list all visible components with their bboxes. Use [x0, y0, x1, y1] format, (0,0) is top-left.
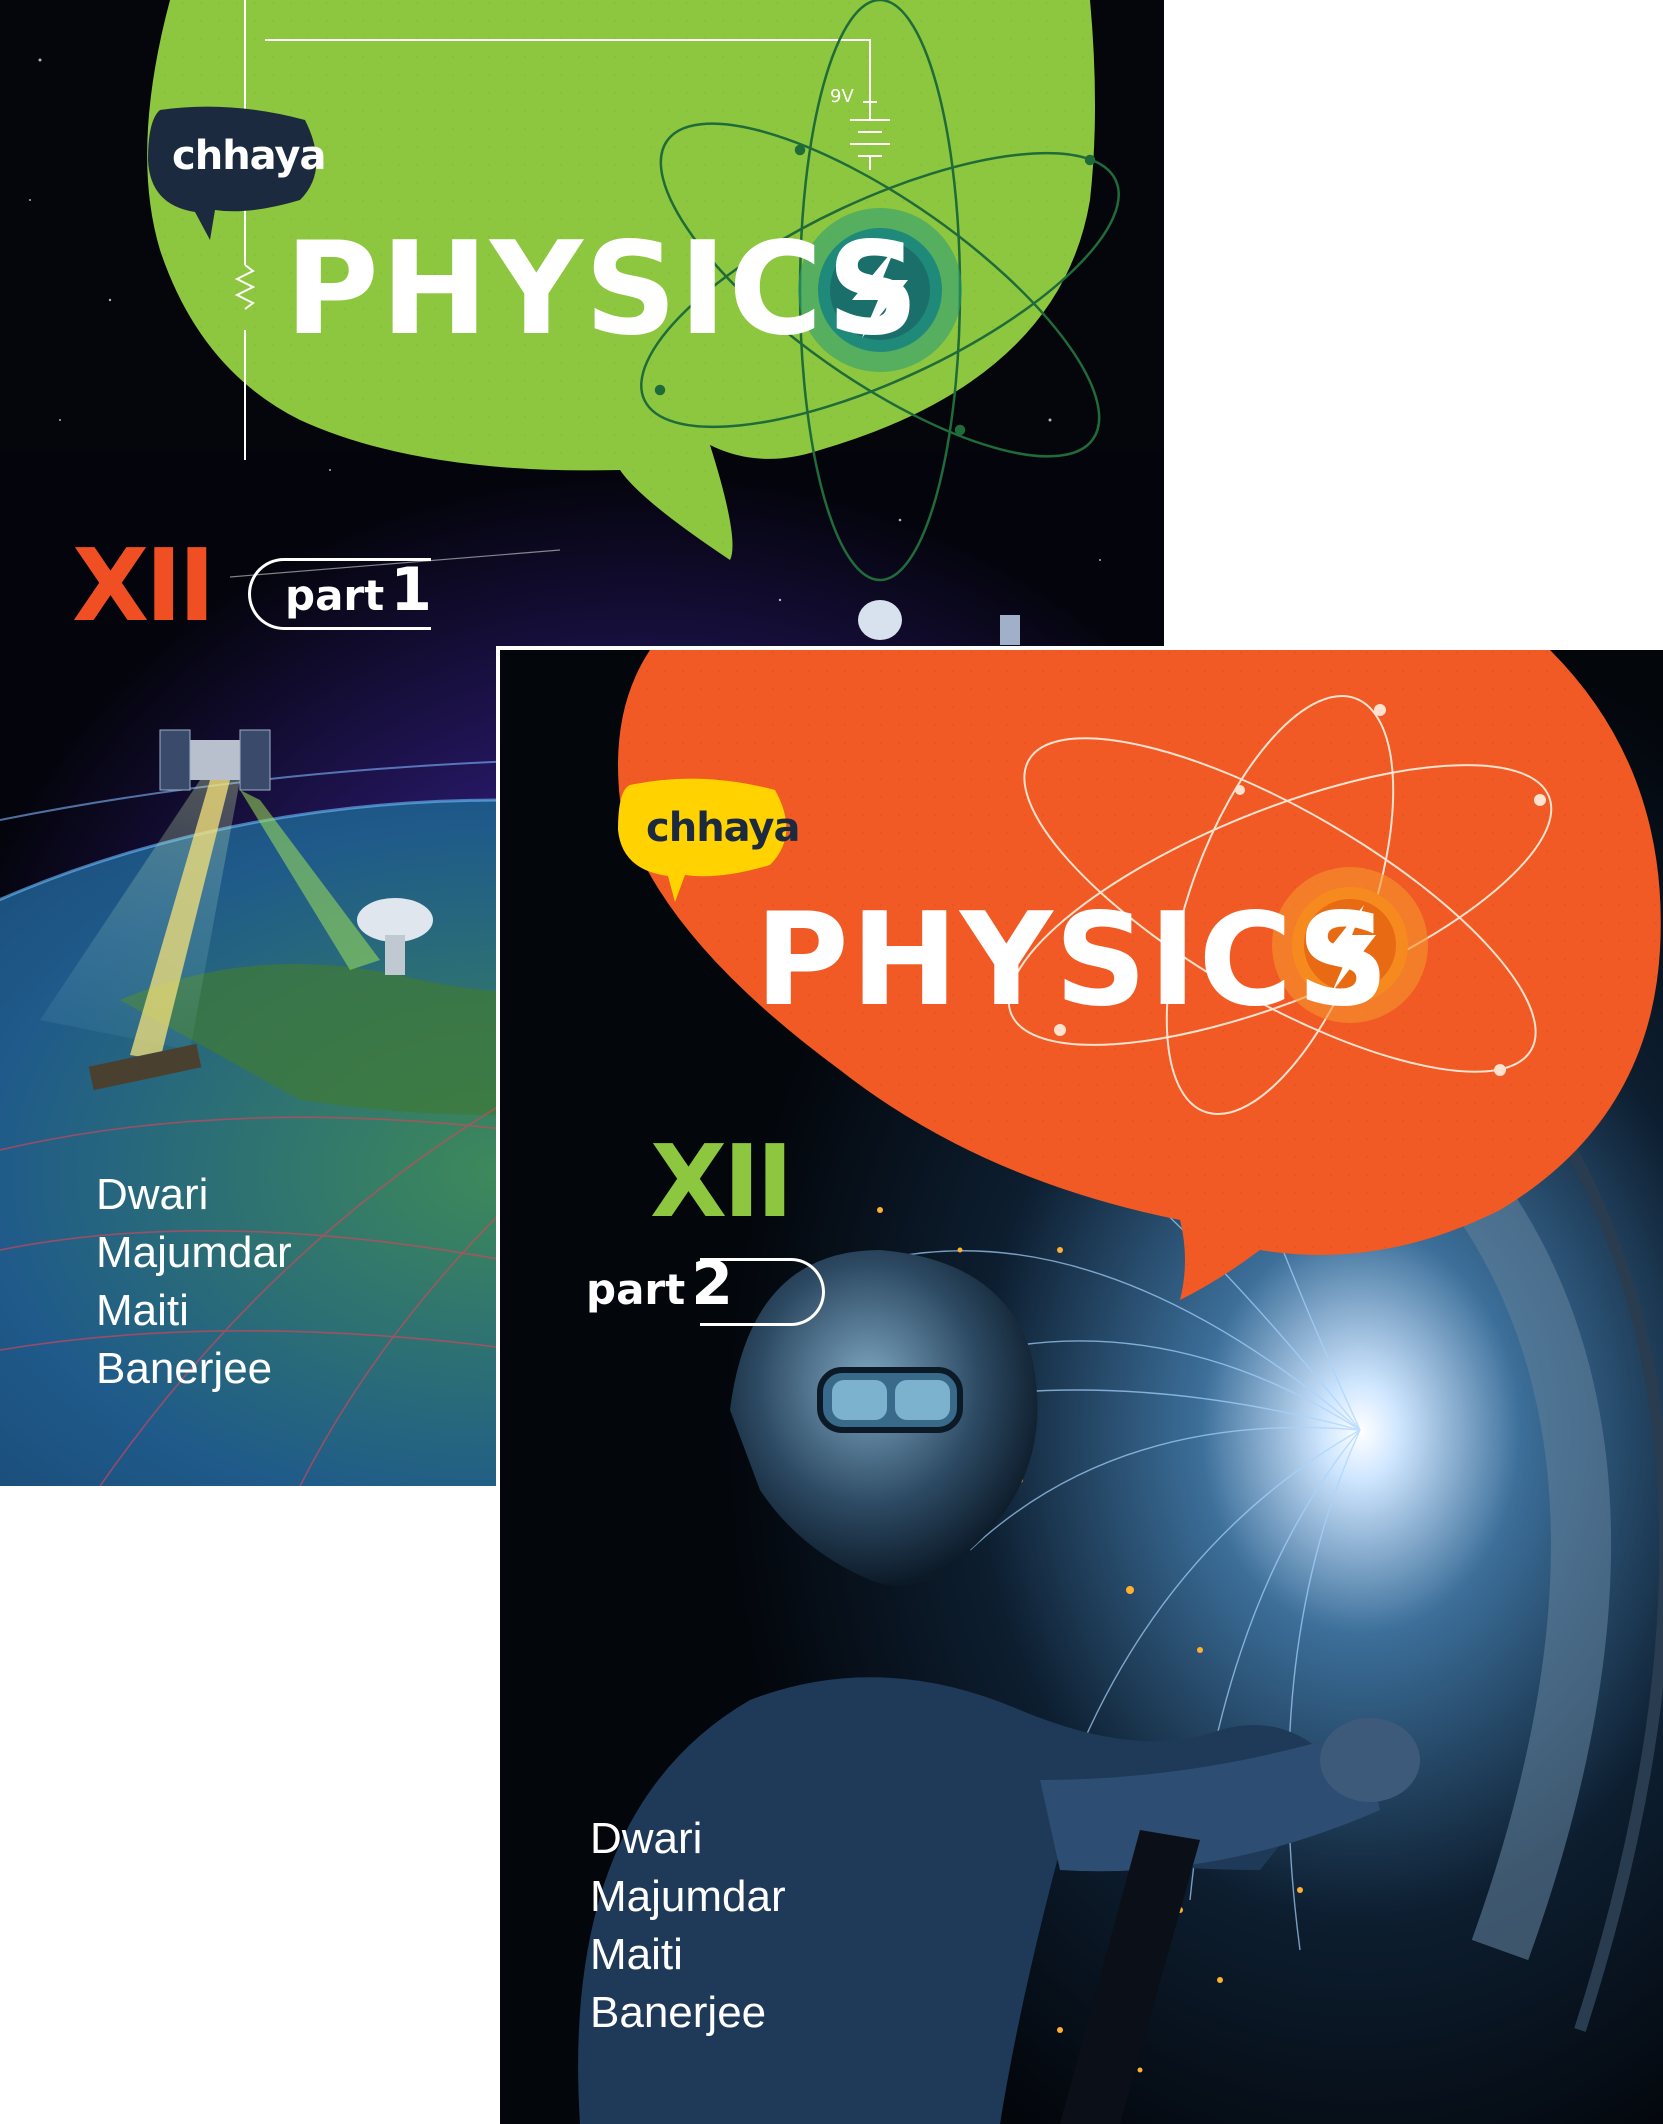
brand-name: chhaya	[172, 133, 326, 179]
part-label: part 2	[586, 1254, 733, 1314]
book-title: PHYSICS	[755, 886, 1391, 1035]
author-name: Majumdar	[590, 1872, 786, 1921]
author-list: Dwari Majumdar Maiti Banerjee	[590, 1810, 786, 2042]
part-word: part	[586, 1265, 686, 1314]
author-list: Dwari Majumdar Maiti Banerjee	[96, 1166, 292, 1398]
part-label: part 1	[285, 560, 432, 620]
author-name: Maiti	[590, 1930, 683, 1979]
book-title: PHYSICS	[285, 215, 921, 364]
dish-small-icon	[858, 600, 902, 640]
brand-name: chhaya	[646, 805, 800, 851]
glove	[1320, 1718, 1420, 1802]
author-name: Banerjee	[590, 1988, 767, 2037]
circuit-label: 9V	[830, 86, 854, 107]
part-number: 2	[691, 1249, 733, 1319]
part-number: 1	[390, 555, 432, 625]
author-name: Dwari	[590, 1814, 703, 1863]
author-name: Banerjee	[96, 1344, 273, 1393]
part-word: part	[285, 571, 385, 620]
author-name: Majumdar	[96, 1228, 292, 1277]
author-name: Dwari	[96, 1170, 209, 1219]
grade-label: XII	[72, 527, 216, 644]
book-cover-part-2: chhaya PHYSICS XII part 2 Dwari Majumdar …	[500, 650, 1663, 2124]
author-name: Maiti	[96, 1286, 189, 1335]
grade-label: XII	[650, 1123, 794, 1240]
